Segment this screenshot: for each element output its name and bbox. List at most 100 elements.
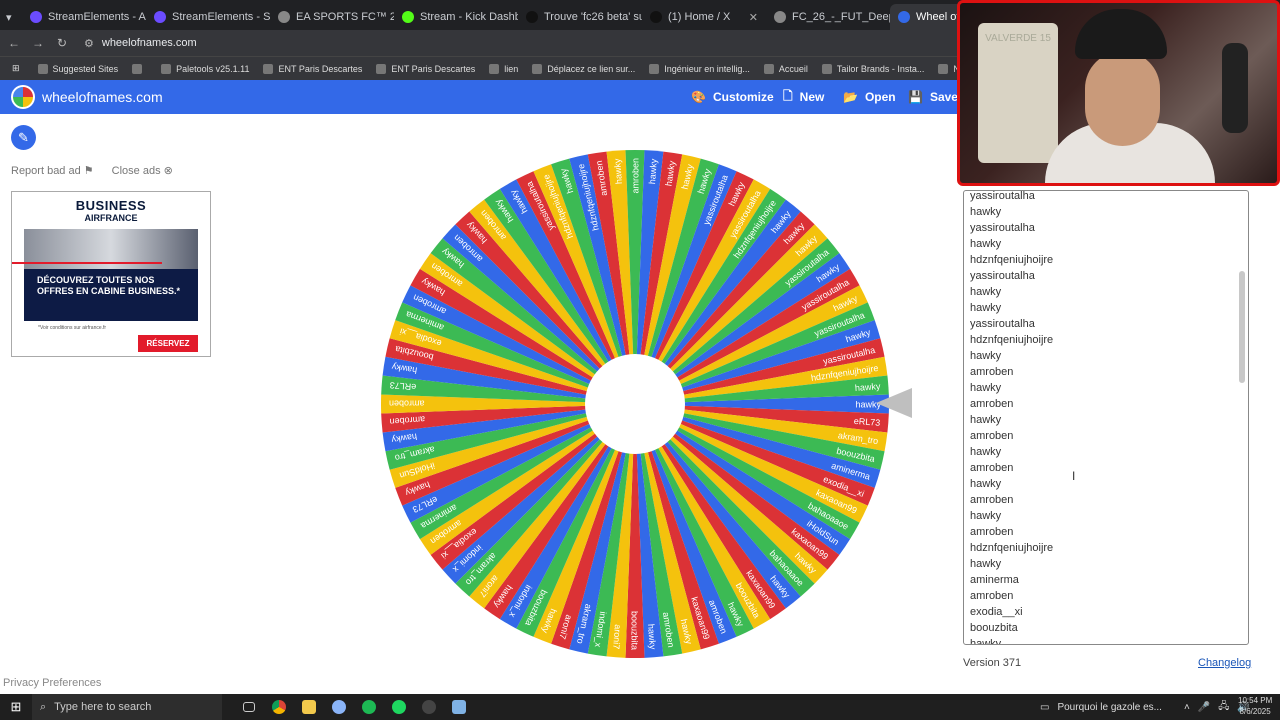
entry-line[interactable]: amroben: [964, 588, 1053, 604]
browser-tab[interactable]: EA SPORTS FC™ 26 |✕: [270, 4, 394, 30]
obs-icon[interactable]: [414, 694, 444, 720]
browser-tab[interactable]: Trouve 'fc26 beta' su✕: [518, 4, 642, 30]
tab-list-button[interactable]: ▾: [0, 4, 22, 30]
site-info-icon[interactable]: ⚙: [84, 37, 94, 50]
bookmark-item[interactable]: lien: [489, 63, 518, 74]
clock-time: 10:54 PM: [1238, 696, 1273, 705]
entry-line[interactable]: hawky: [964, 412, 1053, 428]
task-view-icon[interactable]: [234, 694, 264, 720]
bookmark-item[interactable]: Suggested Sites: [37, 63, 118, 74]
entry-line[interactable]: yassiroutalha: [964, 220, 1053, 236]
wheel-center[interactable]: [585, 354, 685, 454]
windows-start-icon[interactable]: ⊞: [0, 699, 32, 715]
search-icon: ⌕: [40, 700, 47, 713]
chevron-up-icon[interactable]: ˄: [1184, 702, 1190, 713]
bookmark-favicon-icon: [532, 63, 543, 74]
changelog-link[interactable]: Changelog: [1198, 657, 1251, 669]
ad-controls: Report bad ad ⚑ Close ads ⊗: [11, 164, 173, 177]
document-icon: 🗋: [783, 88, 793, 103]
save-button[interactable]: 💾 Save: [908, 80, 958, 114]
report-bad-ad-link[interactable]: Report bad ad ⚑: [11, 164, 94, 177]
app-icon[interactable]: [324, 694, 354, 720]
music-app-icon[interactable]: [354, 694, 384, 720]
entry-line[interactable]: amroben: [964, 396, 1053, 412]
wheel-logo-icon[interactable]: [11, 85, 35, 109]
bookmark-item[interactable]: [132, 63, 147, 74]
entry-line[interactable]: hawky: [964, 380, 1053, 396]
entry-line[interactable]: aminerma: [964, 572, 1053, 588]
notepad-icon[interactable]: [444, 694, 474, 720]
network-icon[interactable]: 🖧: [1218, 699, 1229, 716]
customize-button[interactable]: 🎨 Customize: [691, 80, 774, 114]
browser-tab[interactable]: FC_26_-_FUT_Deep_D✕: [766, 4, 890, 30]
entry-line[interactable]: yassiroutalha: [964, 268, 1053, 284]
microphone-icon[interactable]: 🎤: [1198, 702, 1210, 713]
edit-pencil-button[interactable]: ✎: [11, 125, 36, 150]
bookmark-favicon-icon: [376, 63, 387, 74]
bookmark-favicon-icon: [489, 63, 500, 74]
bookmark-item[interactable]: ENT Paris Descartes: [376, 63, 475, 74]
entry-line[interactable]: amroben: [964, 428, 1053, 444]
chrome-icon[interactable]: [264, 694, 294, 720]
taskbar-search[interactable]: ⌕ Type here to search: [32, 694, 222, 720]
entry-line[interactable]: hawky: [964, 284, 1053, 300]
file-explorer-icon[interactable]: [294, 694, 324, 720]
ad-text: DÉCOUVREZ TOUTES NOS OFFRES EN CABINE BU…: [24, 269, 198, 321]
entry-line[interactable]: exodia__xi: [964, 604, 1053, 620]
bookmark-item[interactable]: Déplacez ce lien sur...: [532, 63, 635, 74]
url-input[interactable]: wheelofnames.com: [102, 37, 197, 49]
scrollbar-thumb[interactable]: [1239, 271, 1245, 383]
browser-tab[interactable]: Stream - Kick Dashbo✕: [394, 4, 518, 30]
clock[interactable]: 10:54 PM 8/6/2025: [1238, 695, 1272, 717]
bookmark-item[interactable]: ENT Paris Descartes: [263, 63, 362, 74]
ad-reserve-button[interactable]: RÉSERVEZ: [138, 335, 198, 352]
browser-tab[interactable]: StreamElements - Sp✕: [146, 4, 270, 30]
entry-line[interactable]: hawky: [964, 300, 1053, 316]
ad-brand: AIRFRANCE: [84, 213, 138, 223]
news-icon[interactable]: ▭: [1040, 702, 1049, 713]
reload-icon[interactable]: ↻: [50, 36, 74, 50]
entry-line[interactable]: hawky: [964, 236, 1053, 252]
entry-line[interactable]: hawky: [964, 444, 1053, 460]
bookmark-item[interactable]: Tailor Brands - Insta...: [821, 63, 924, 74]
entry-line[interactable]: amroben: [964, 364, 1053, 380]
entry-line[interactable]: yassiroutalha: [964, 191, 1053, 204]
news-text[interactable]: Pourquoi le gazole es...: [1057, 702, 1162, 713]
entry-line[interactable]: hawky: [964, 348, 1053, 364]
tab-close-icon[interactable]: ✕: [749, 11, 758, 24]
entry-line[interactable]: amroben: [964, 524, 1053, 540]
wheel-of-names[interactable]: hawkyeRL73akram_troboouzbitaaminermaexod…: [379, 148, 891, 660]
bookmark-item[interactable]: Paletools v25.1.11: [161, 63, 249, 74]
privacy-preferences-link[interactable]: Privacy Preferences: [3, 677, 101, 689]
browser-tab[interactable]: (1) Home / X ✕: [642, 4, 766, 30]
left-column: ✎ Report bad ad ⚑ Close ads ⊗ BUSINESS A…: [0, 114, 230, 694]
entry-line[interactable]: hawky: [964, 476, 1053, 492]
entry-line[interactable]: hawky: [964, 636, 1053, 644]
wheel-container[interactable]: hawky eRL73 akram_tro boouzbita aminerma exod…: [379, 148, 891, 660]
entry-line[interactable]: hawky: [964, 204, 1053, 220]
new-button[interactable]: 🗋 New: [783, 80, 824, 114]
spotify-icon[interactable]: [384, 694, 414, 720]
open-button[interactable]: 📂 Open: [843, 80, 896, 114]
forward-icon[interactable]: →: [26, 36, 50, 50]
entry-line[interactable]: boouzbita: [964, 620, 1053, 636]
entries-textarea[interactable]: yassiroutalha hawky yassiroutalha hawky hdzn…: [963, 190, 1249, 645]
bookmark-item[interactable]: Accueil: [763, 63, 808, 74]
entry-line[interactable]: yassiroutalha: [964, 316, 1053, 332]
back-icon[interactable]: ←: [2, 36, 26, 50]
entries-scrollbar[interactable]: [1238, 195, 1246, 635]
ad-red-line: [12, 262, 162, 264]
airfrance-ad[interactable]: BUSINESS AIRFRANCE DÉCOUVREZ TOUTES NOS …: [11, 191, 211, 357]
entry-line[interactable]: hdznfqeniujhoijre: [964, 540, 1053, 556]
entry-line[interactable]: amroben: [964, 492, 1053, 508]
site-title[interactable]: wheelofnames.com: [42, 89, 163, 105]
bookmark-item[interactable]: Ingénieur en intellig...: [649, 63, 750, 74]
entry-line[interactable]: hawky: [964, 556, 1053, 572]
apps-icon[interactable]: ⊞: [12, 63, 20, 74]
entry-line[interactable]: hdznfqeniujhoijre: [964, 332, 1053, 348]
entry-line[interactable]: amroben: [964, 460, 1053, 476]
entry-line[interactable]: hdznfqeniujhoijre: [964, 252, 1053, 268]
browser-tab[interactable]: StreamElements - Ac✕: [22, 4, 146, 30]
entry-line[interactable]: hawky: [964, 508, 1053, 524]
close-ads-link[interactable]: Close ads ⊗: [112, 164, 173, 177]
